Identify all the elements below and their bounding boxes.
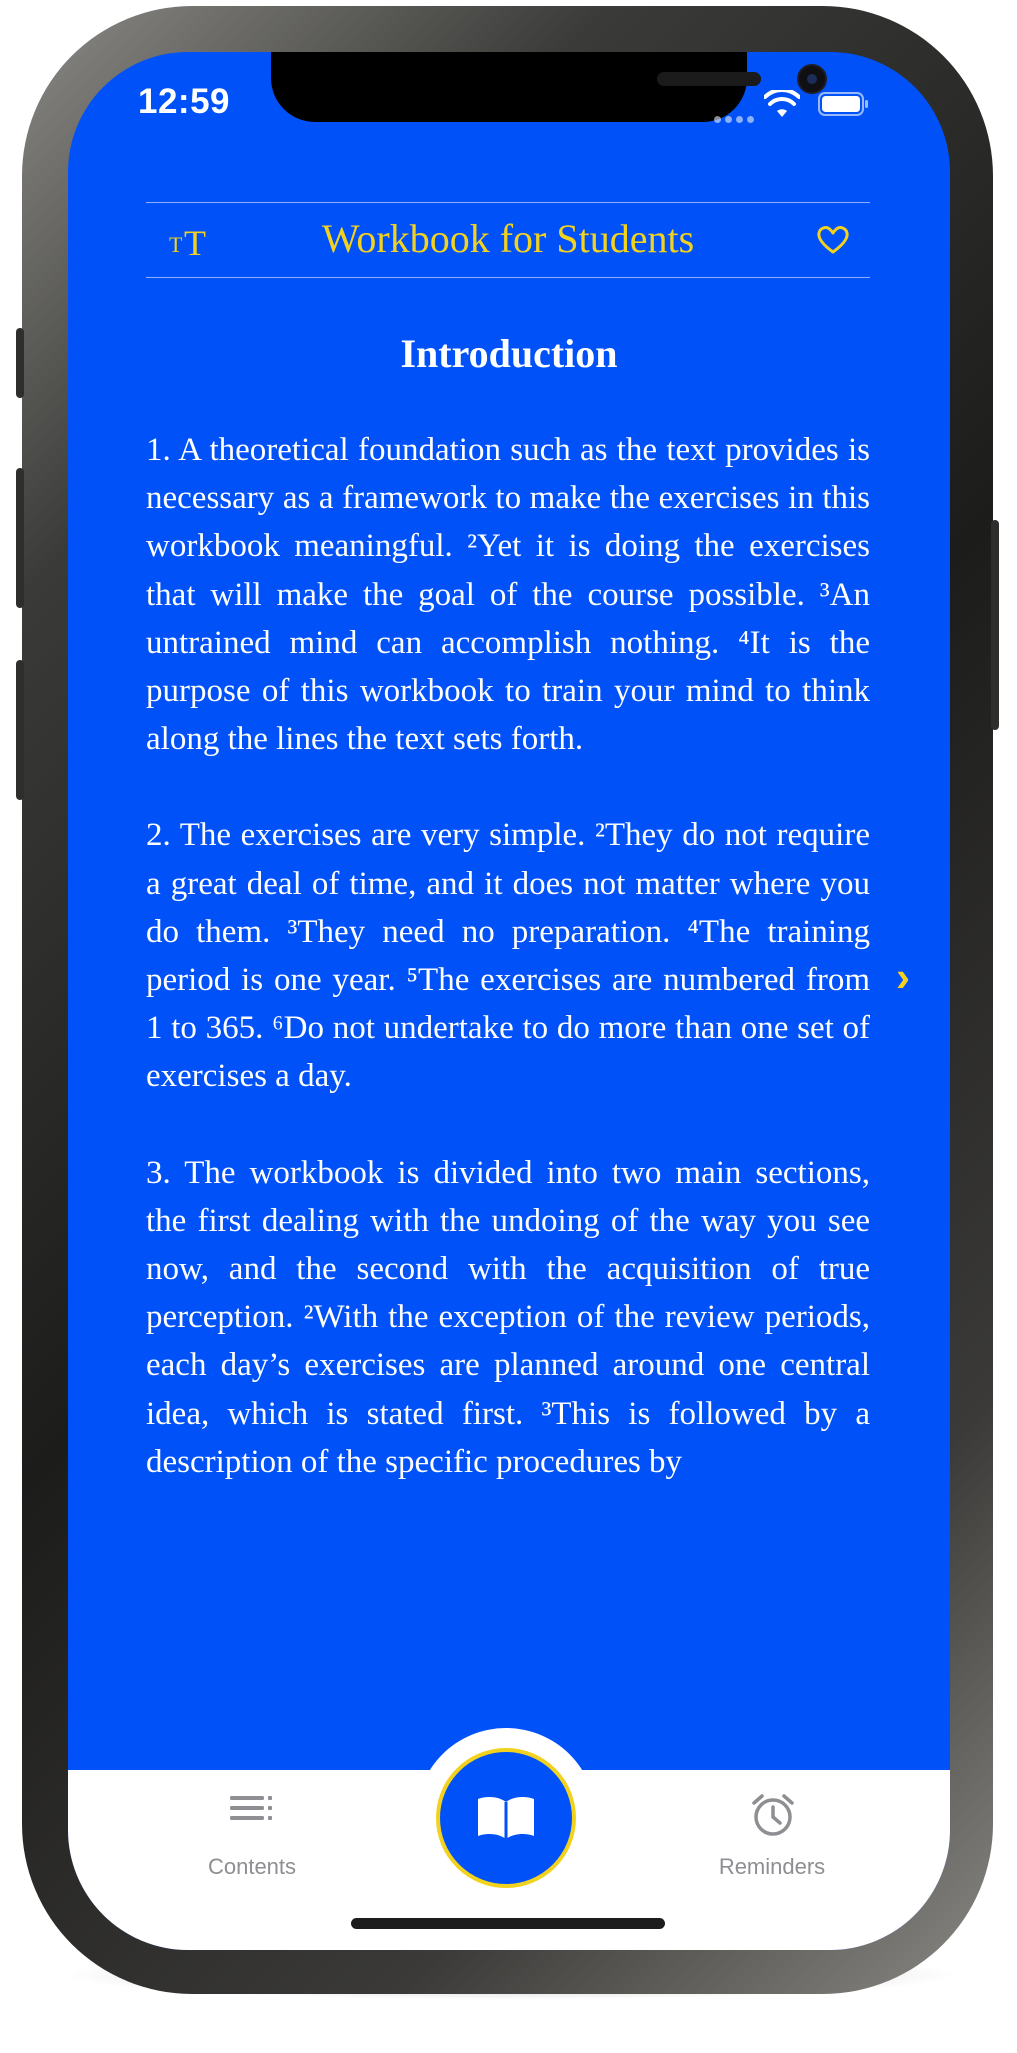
status-time: 12:59 — [138, 82, 231, 121]
font-size-small-glyph: T — [169, 232, 183, 257]
home-indicator — [351, 1918, 665, 1929]
read-book-button[interactable] — [436, 1748, 576, 1888]
volume-down-button — [16, 660, 24, 800]
text-size-icon[interactable]: T T — [166, 217, 216, 263]
silent-switch — [16, 328, 24, 398]
front-camera — [797, 64, 827, 94]
font-size-large-glyph: T — [184, 223, 206, 263]
tab-reminders[interactable]: Reminders — [672, 1770, 872, 1890]
book-icon — [478, 1797, 534, 1839]
tab-contents-label: Contents — [207, 1854, 297, 1879]
app-screen: 12:59 T T Workbook for Students Introduc… — [68, 52, 950, 1950]
tab-contents[interactable]: Contents — [152, 1770, 352, 1890]
paragraph-3: 3. The workbook is divided into two main… — [146, 1154, 870, 1480]
alarm-clock-icon — [752, 1794, 794, 1836]
book-title: Workbook for Students — [321, 216, 695, 261]
signal-dots-icon — [714, 110, 760, 123]
volume-up-button — [16, 468, 24, 608]
reader-header: T T Workbook for Students — [146, 202, 870, 278]
speaker — [657, 72, 761, 86]
battery-icon — [818, 92, 868, 116]
wifi-icon — [764, 90, 800, 117]
list-icon — [230, 1796, 272, 1820]
lesson-body: 1. A theoretical foundation such as the … — [146, 426, 870, 1534]
next-page-arrow[interactable]: › — [896, 956, 926, 998]
tab-reminders-label: Reminders — [718, 1854, 826, 1879]
section-title: Introduction — [400, 331, 618, 376]
paragraph-1: 1. A theoretical foundation such as the … — [146, 432, 870, 758]
power-button — [991, 520, 999, 730]
notch — [271, 52, 827, 122]
paragraph-2: 2. The exercises are very simple. ²They … — [146, 817, 870, 1095]
heart-icon[interactable] — [816, 223, 850, 257]
